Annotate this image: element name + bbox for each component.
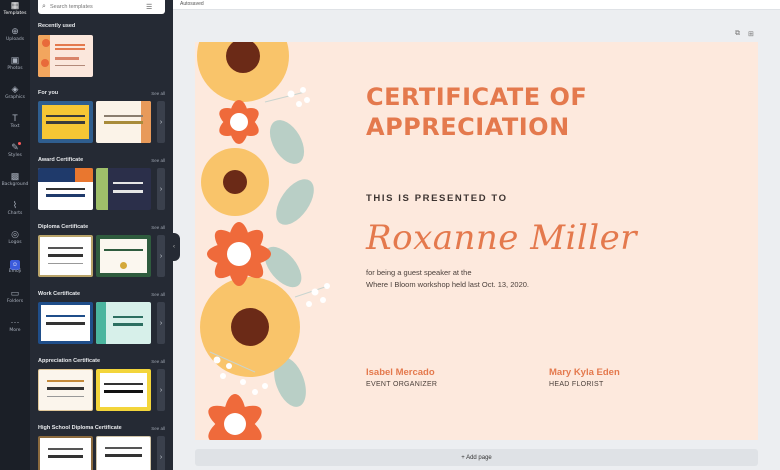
template-thumb[interactable] <box>38 168 93 210</box>
editor-app: ▦ Templates ⊕ Uploads ▣ Photos ◈ Graphic… <box>0 0 780 470</box>
certificate-title[interactable]: CERTIFICATE OF APPRECIATION <box>366 82 587 142</box>
certificate-description[interactable]: for being a guest speaker at the Where I… <box>366 267 529 291</box>
signer-block-1[interactable]: Isabel Mercado EVENT ORGANIZER <box>366 367 437 388</box>
pattern-icon: ▩ <box>10 171 20 181</box>
add-page-button[interactable]: + Add page <box>195 449 758 466</box>
rail-logos[interactable]: ◎ Logos <box>0 229 30 246</box>
search-bar[interactable]: ⌕ ☰ <box>38 0 165 14</box>
rail-styles[interactable]: ✎ Styles <box>0 142 30 159</box>
see-all-link[interactable]: See all <box>151 91 165 96</box>
logo-icon: ◎ <box>11 229 19 239</box>
section-title: Work Certificate <box>38 291 81 297</box>
layout-icon: ▦ <box>10 0 20 10</box>
image-icon: ▣ <box>10 55 20 65</box>
rail-text[interactable]: T Text <box>0 113 30 130</box>
shapes-icon: ◈ <box>11 84 19 94</box>
signer-name: Mary Kyla Eden <box>549 367 620 378</box>
more-chevron[interactable]: › <box>157 101 165 143</box>
more-chevron[interactable]: › <box>157 369 165 411</box>
see-all-link[interactable]: See all <box>151 292 165 297</box>
rail-charts[interactable]: ⌇ Charts <box>0 200 30 217</box>
palette-icon: ✎ <box>11 142 19 152</box>
more-chevron[interactable]: › <box>157 168 165 210</box>
rail-more[interactable]: ··· More <box>0 317 30 334</box>
see-all-link[interactable]: See all <box>151 225 165 230</box>
rail-folders[interactable]: ▭ Folders <box>0 288 30 305</box>
rail-background[interactable]: ▩ Background <box>0 171 30 188</box>
floral-border-illustration <box>197 42 330 440</box>
see-all-link[interactable]: See all <box>151 426 165 431</box>
add-page-icon[interactable]: ⊞ <box>748 30 754 38</box>
signer-role: HEAD FLORIST <box>549 381 604 388</box>
search-icon: ⌕ <box>42 3 46 10</box>
template-thumb-recent[interactable] <box>38 35 93 77</box>
template-thumb[interactable] <box>38 302 93 344</box>
template-thumb[interactable] <box>96 235 151 277</box>
section-title: Award Certificate <box>38 157 84 163</box>
template-thumb[interactable] <box>96 168 151 210</box>
template-thumb[interactable] <box>96 101 151 143</box>
see-all-link[interactable]: See all <box>151 359 165 364</box>
more-chevron[interactable]: › <box>157 436 165 470</box>
autosave-label: Autosaved <box>180 1 204 7</box>
template-thumb[interactable] <box>38 369 93 411</box>
chart-icon: ⌇ <box>12 200 18 210</box>
rail-graphics[interactable]: ◈ Graphics <box>0 84 30 101</box>
section-title: Diploma Certificate <box>38 224 89 230</box>
certificate-canvas[interactable]: CERTIFICATE OF APPRECIATION THIS IS PRES… <box>195 42 758 440</box>
section-title: High School Diploma Certificate <box>38 425 122 431</box>
template-thumb[interactable] <box>96 436 151 470</box>
filter-icon[interactable]: ☰ <box>146 3 152 11</box>
section-title: Recently used <box>38 23 76 29</box>
folder-icon: ▭ <box>10 288 20 298</box>
template-panel: ⌕ ☰ Recently used For you See all <box>30 0 173 470</box>
left-rail: ▦ Templates ⊕ Uploads ▣ Photos ◈ Graphic… <box>0 0 30 470</box>
rail-emoji[interactable]: ☺ Emoji <box>0 258 30 275</box>
signer-name: Isabel Mercado <box>366 367 435 378</box>
top-bar: Autosaved <box>173 0 780 10</box>
template-thumb[interactable] <box>38 436 93 470</box>
template-thumb[interactable] <box>96 369 151 411</box>
signer-role: EVENT ORGANIZER <box>366 381 438 388</box>
rail-photos[interactable]: ▣ Photos <box>0 55 30 72</box>
rail-templates[interactable]: ▦ Templates <box>0 0 30 17</box>
section-title: Appreciation Certificate <box>38 358 101 364</box>
upload-icon: ⊕ <box>11 26 19 36</box>
signer-block-2[interactable]: Mary Kyla Eden HEAD FLORIST <box>549 367 620 388</box>
new-badge <box>18 142 21 145</box>
rail-uploads[interactable]: ⊕ Uploads <box>0 26 30 43</box>
template-thumb[interactable] <box>96 302 151 344</box>
template-thumb[interactable] <box>38 101 93 143</box>
see-all-link[interactable]: See all <box>151 158 165 163</box>
recipient-name[interactable]: Roxanne Miller <box>366 218 637 258</box>
section-title: For you <box>38 90 59 96</box>
more-chevron[interactable]: › <box>157 235 165 277</box>
search-input[interactable] <box>50 4 146 10</box>
presented-to-text[interactable]: THIS IS PRESENTED TO <box>366 193 508 204</box>
collapse-panel-button[interactable]: ‹ <box>168 233 180 261</box>
text-icon: T <box>12 113 18 123</box>
duplicate-page-icon[interactable]: ⧉ <box>735 30 740 38</box>
template-thumb[interactable] <box>38 235 93 277</box>
more-chevron[interactable]: › <box>157 302 165 344</box>
more-icon: ··· <box>10 317 20 327</box>
